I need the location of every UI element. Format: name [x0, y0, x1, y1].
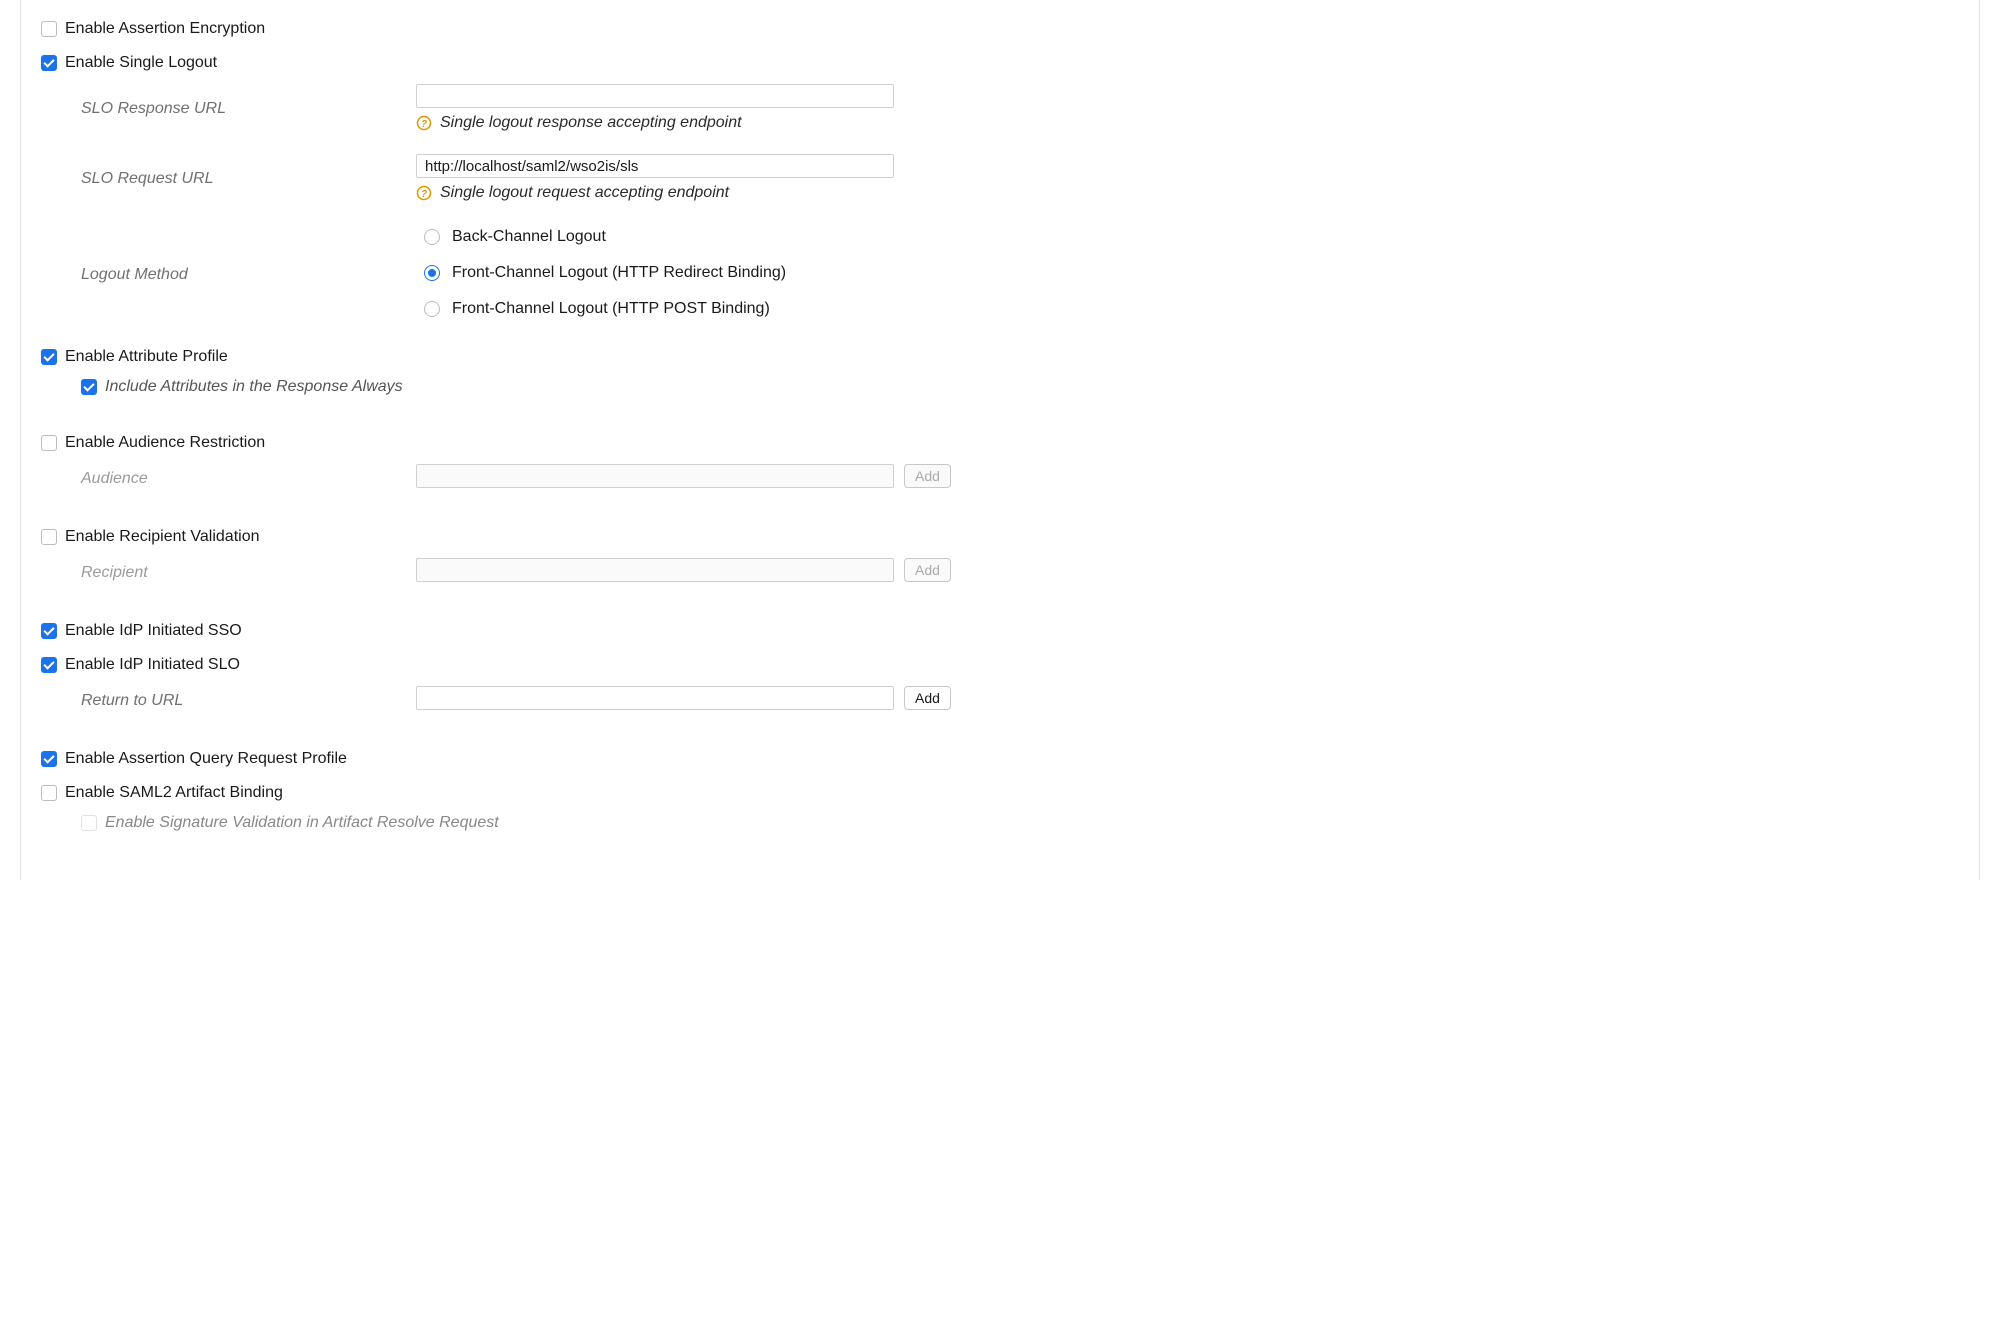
enable-idp-slo-row: Enable IdP Initiated SLO — [41, 648, 1959, 682]
recipient-label: Recipient — [41, 558, 416, 582]
enable-saml2-artifact-checkbox[interactable] — [41, 785, 57, 801]
enable-idp-slo-checkbox[interactable] — [41, 657, 57, 673]
return-to-url-row: Return to URL Add — [41, 682, 1959, 716]
include-attributes-always-checkbox[interactable] — [81, 379, 97, 395]
help-icon: ? — [416, 115, 432, 131]
logout-method-front-redirect-label[interactable]: Front-Channel Logout (HTTP Redirect Bind… — [452, 264, 786, 282]
logout-method-back-channel-label[interactable]: Back-Channel Logout — [452, 228, 606, 246]
enable-assertion-encryption-row: Enable Assertion Encryption — [41, 12, 1959, 46]
enable-assertion-query-row: Enable Assertion Query Request Profile — [41, 742, 1959, 776]
slo-response-url-helper-text: Single logout response accepting endpoin… — [440, 114, 742, 132]
recipient-add-button: Add — [904, 558, 951, 582]
slo-request-url-row: SLO Request URL ? Single logout request … — [41, 150, 1959, 220]
enable-recipient-validation-checkbox[interactable] — [41, 529, 57, 545]
enable-attribute-profile-checkbox[interactable] — [41, 349, 57, 365]
recipient-row: Recipient Add — [41, 554, 1959, 588]
enable-audience-restriction-checkbox[interactable] — [41, 435, 57, 451]
enable-recipient-validation-label[interactable]: Enable Recipient Validation — [65, 528, 260, 546]
svg-text:?: ? — [421, 119, 427, 130]
enable-single-logout-checkbox[interactable] — [41, 55, 57, 71]
enable-idp-sso-row: Enable IdP Initiated SSO — [41, 614, 1959, 648]
enable-sig-validation-artifact-row: Enable Signature Validation in Artifact … — [81, 810, 1959, 836]
enable-idp-sso-checkbox[interactable] — [41, 623, 57, 639]
return-to-url-input[interactable] — [416, 686, 894, 710]
saml-config-panel: Enable Assertion Encryption Enable Singl… — [20, 0, 1980, 880]
include-attributes-always-row: Include Attributes in the Response Alway… — [81, 374, 1959, 400]
enable-saml2-artifact-label[interactable]: Enable SAML2 Artifact Binding — [65, 784, 283, 802]
logout-method-front-post-label[interactable]: Front-Channel Logout (HTTP POST Binding) — [452, 300, 770, 318]
logout-method-front-redirect-radio[interactable] — [424, 265, 440, 281]
logout-method-radio-group: Back-Channel Logout Front-Channel Logout… — [416, 224, 1959, 322]
help-icon: ? — [416, 185, 432, 201]
enable-single-logout-row: Enable Single Logout — [41, 46, 1959, 80]
logout-method-front-post-radio[interactable] — [424, 301, 440, 317]
logout-method-row: Logout Method Back-Channel Logout Front-… — [41, 220, 1959, 340]
enable-audience-restriction-label[interactable]: Enable Audience Restriction — [65, 434, 265, 452]
svg-text:?: ? — [421, 189, 427, 200]
enable-saml2-artifact-row: Enable SAML2 Artifact Binding — [41, 776, 1959, 810]
logout-method-label: Logout Method — [41, 224, 416, 284]
return-to-url-label: Return to URL — [41, 686, 416, 710]
audience-label: Audience — [41, 464, 416, 488]
slo-response-url-label: SLO Response URL — [41, 84, 416, 118]
audience-input — [416, 464, 894, 488]
slo-request-url-input[interactable] — [416, 154, 894, 178]
slo-response-url-input[interactable] — [416, 84, 894, 108]
include-attributes-always-label[interactable]: Include Attributes in the Response Alway… — [105, 378, 403, 396]
recipient-input — [416, 558, 894, 582]
return-to-url-add-button[interactable]: Add — [904, 686, 951, 710]
enable-assertion-query-label[interactable]: Enable Assertion Query Request Profile — [65, 750, 347, 768]
enable-sig-validation-artifact-label: Enable Signature Validation in Artifact … — [105, 814, 499, 832]
enable-recipient-validation-row: Enable Recipient Validation — [41, 520, 1959, 554]
enable-sig-validation-artifact-checkbox — [81, 815, 97, 831]
slo-request-url-label: SLO Request URL — [41, 154, 416, 188]
audience-add-button: Add — [904, 464, 951, 488]
enable-idp-sso-label[interactable]: Enable IdP Initiated SSO — [65, 622, 242, 640]
logout-method-back-channel-radio[interactable] — [424, 229, 440, 245]
slo-request-url-helper: ? Single logout request accepting endpoi… — [416, 184, 1959, 202]
audience-row: Audience Add — [41, 460, 1959, 494]
enable-single-logout-label[interactable]: Enable Single Logout — [65, 54, 217, 72]
enable-assertion-encryption-label[interactable]: Enable Assertion Encryption — [65, 20, 265, 38]
slo-response-url-row: SLO Response URL ? Single logout respons… — [41, 80, 1959, 150]
slo-request-url-helper-text: Single logout request accepting endpoint — [440, 184, 729, 202]
enable-idp-slo-label[interactable]: Enable IdP Initiated SLO — [65, 656, 240, 674]
slo-response-url-helper: ? Single logout response accepting endpo… — [416, 114, 1959, 132]
enable-attribute-profile-row: Enable Attribute Profile — [41, 340, 1959, 374]
enable-audience-restriction-row: Enable Audience Restriction — [41, 426, 1959, 460]
enable-assertion-query-checkbox[interactable] — [41, 751, 57, 767]
enable-attribute-profile-label[interactable]: Enable Attribute Profile — [65, 348, 228, 366]
enable-assertion-encryption-checkbox[interactable] — [41, 21, 57, 37]
